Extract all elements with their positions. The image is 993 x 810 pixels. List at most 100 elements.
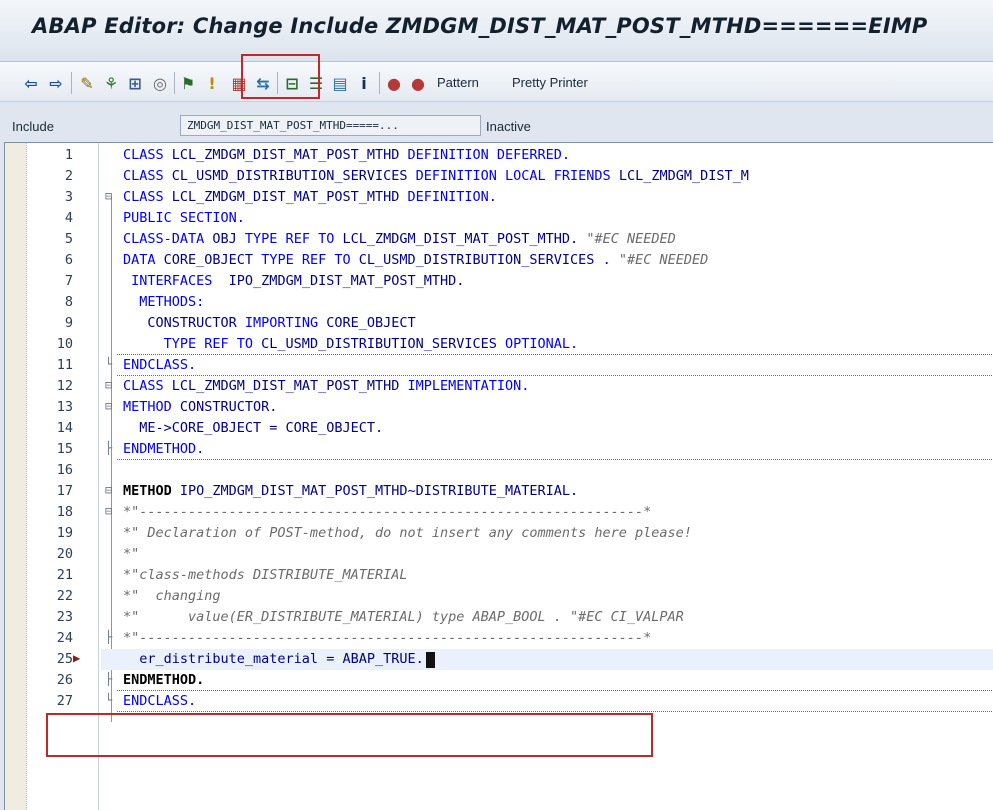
navigate-icon[interactable]: ⇆: [254, 74, 272, 93]
code-text: TYPE REF TO CL_USMD_DISTRIBUTION_SERVICE…: [123, 336, 579, 352]
code-line[interactable]: 12 ⊟ CLASS LCL_ZMDGM_DIST_MAT_POST_MTHD IM…: [5, 376, 993, 397]
title-bar: ABAP Editor: Change Include ZMDGM_DIST_M…: [0, 0, 993, 62]
collapse-block-icon[interactable]: ⊟: [105, 504, 119, 523]
collapse-block-icon[interactable]: ⊟: [105, 189, 119, 208]
text-cursor: [426, 652, 435, 668]
line-number: 14: [56, 420, 73, 436]
code-line[interactable]: 25 ▶ er_distribute_material = ABAP_TRUE.: [5, 649, 993, 670]
code-line[interactable]: 14 ME->CORE_OBJECT = CORE_OBJECT.: [5, 418, 993, 439]
set-breakpoint-icon[interactable]: ●: [385, 74, 403, 93]
code-text: CLASS LCL_ZMDGM_DIST_MAT_POST_MTHD DEFIN…: [123, 189, 497, 205]
collapse-block-icon[interactable]: ⊟: [105, 378, 119, 397]
code-line[interactable]: 23 *" value(ER_DISTRIBUTE_MATERIAL) type …: [5, 607, 993, 628]
code-line[interactable]: 6 DATA CORE_OBJECT TYPE REF TO CL_USMD_DI…: [5, 250, 993, 271]
code-token: CL_USMD_DISTRIBUTION_SERVICES: [261, 336, 506, 352]
display-object-list-icon[interactable]: ☰: [307, 74, 325, 93]
set-external-breakpoint-icon[interactable]: ●: [409, 74, 427, 93]
check-icon[interactable]: ◎: [151, 74, 169, 93]
code-token: DEFINITION DEFERRED.: [407, 147, 571, 163]
fold-branch-icon: ├: [105, 672, 113, 686]
fold-branch-icon: ├: [105, 441, 113, 455]
code-line[interactable]: 26 ├ ENDMETHOD.: [5, 670, 993, 691]
code-line[interactable]: 5 CLASS-DATA OBJ TYPE REF TO LCL_ZMDGM_DI…: [5, 229, 993, 250]
back-arrow-icon[interactable]: ⇦: [22, 74, 40, 93]
line-number: 15: [56, 441, 73, 457]
code-line[interactable]: 9 CONSTRUCTOR IMPORTING CORE_OBJECT: [5, 313, 993, 334]
code-line[interactable]: 16: [5, 460, 993, 481]
line-number: 6: [64, 252, 73, 268]
collapse-block-icon[interactable]: ⊟: [105, 483, 119, 502]
code-line[interactable]: 8 METHODS:: [5, 292, 993, 313]
code-token: CONSTRUCTOR: [123, 315, 245, 331]
display-change-icon[interactable]: ✎: [78, 74, 96, 93]
code-line[interactable]: 22 *" changing: [5, 586, 993, 607]
line-number: 23: [56, 609, 73, 625]
code-line[interactable]: 21 *"class-methods DISTRIBUTE_MATERIAL: [5, 565, 993, 586]
code-line[interactable]: 20 *": [5, 544, 993, 565]
display-change-icon-glyph: ✎: [80, 74, 94, 93]
info-icon[interactable]: i: [355, 74, 373, 93]
line-number: 8: [64, 294, 73, 310]
code-line[interactable]: 13 ⊟ METHOD CONSTRUCTOR.: [5, 397, 993, 418]
line-number: 5: [64, 231, 73, 247]
code-token: *" Declaration of POST-method, do not in…: [123, 525, 692, 541]
collapse-block-icon[interactable]: ⊟: [105, 399, 119, 418]
code-editor[interactable]: 1 CLASS LCL_ZMDGM_DIST_MAT_POST_MTHD DEFI…: [4, 142, 993, 810]
code-token: "#EC NEEDED: [618, 252, 709, 268]
code-text: PUBLIC SECTION.: [123, 210, 245, 226]
code-line[interactable]: 24 ├ *"-----------------------------------…: [5, 628, 993, 649]
where-used-icon[interactable]: ▦: [230, 74, 248, 93]
activate-icon[interactable]: ⚑: [179, 74, 197, 93]
code-text: *": [123, 546, 139, 562]
code-text: *" value(ER_DISTRIBUTE_MATERIAL) type AB…: [123, 609, 684, 625]
code-token: IMPORTING: [244, 315, 327, 331]
object-list-icon[interactable]: ⊟: [283, 74, 301, 93]
code-token: ENDCLASS.: [123, 693, 197, 709]
code-text: CONSTRUCTOR IMPORTING CORE_OBJECT: [123, 315, 415, 331]
object-list-icon-glyph: ⊟: [285, 74, 299, 93]
code-text: er_distribute_material = ABAP_TRUE.: [123, 651, 424, 667]
toolbar-separator: [379, 72, 380, 94]
code-text: ENDMETHOD.: [123, 672, 204, 688]
other-object-icon[interactable]: ⊞: [126, 74, 144, 93]
code-line[interactable]: 15 ├ ENDMETHOD.: [5, 439, 993, 460]
code-token: er_distribute_material = ABAP_TRUE.: [123, 651, 424, 667]
code-text: ENDMETHOD.: [123, 441, 204, 457]
code-line[interactable]: 27 └ ENDCLASS.: [5, 691, 993, 712]
code-text: ENDCLASS.: [123, 693, 196, 709]
line-number: 13: [56, 399, 73, 415]
pretty-printer-button[interactable]: Pretty Printer: [512, 75, 588, 90]
code-line[interactable]: 11 └ ENDCLASS.: [5, 355, 993, 376]
code-line[interactable]: 18 ⊟ *"-----------------------------------…: [5, 502, 993, 523]
test-icon[interactable]: !: [203, 74, 221, 93]
code-token: *" value(ER_DISTRIBUTE_MATERIAL) type AB…: [123, 609, 684, 625]
code-token: LCL_ZMDGM_DIST_MAT_POST_MTHD.: [342, 231, 587, 247]
code-token: CLASS-DATA: [123, 231, 213, 247]
code-line[interactable]: 4 PUBLIC SECTION.: [5, 208, 993, 229]
code-line[interactable]: 2 CLASS CL_USMD_DISTRIBUTION_SERVICES DEF…: [5, 166, 993, 187]
line-number: 22: [56, 588, 73, 604]
code-token: *"--------------------------------------…: [123, 504, 652, 520]
code-line[interactable]: 17 ⊟ METHOD IPO_ZMDGM_DIST_MAT_POST_MTHD~D…: [5, 481, 993, 502]
active-inactive-icon[interactable]: ⚘: [102, 74, 120, 93]
code-line[interactable]: 7 INTERFACES IPO_ZMDGM_DIST_MAT_POST_MTH…: [5, 271, 993, 292]
window-title: ABAP Editor: Change Include ZMDGM_DIST_M…: [32, 14, 928, 38]
code-line[interactable]: 1 CLASS LCL_ZMDGM_DIST_MAT_POST_MTHD DEFI…: [5, 145, 993, 166]
navigation-window-icon[interactable]: ▤: [331, 74, 349, 93]
code-text: CLASS LCL_ZMDGM_DIST_MAT_POST_MTHD IMPLE…: [123, 378, 529, 394]
active-inactive-icon-glyph: ⚘: [103, 74, 119, 93]
code-line[interactable]: 10 TYPE REF TO CL_USMD_DISTRIBUTION_SERV…: [5, 334, 993, 355]
code-token: METHOD: [123, 399, 180, 415]
code-line[interactable]: 19 *" Declaration of POST-method, do not …: [5, 523, 993, 544]
code-text: *"class-methods DISTRIBUTE_MATERIAL: [123, 567, 407, 583]
code-text: *" Declaration of POST-method, do not in…: [123, 525, 692, 541]
code-token: IPO_ZMDGM_DIST_MAT_POST_MTHD~DISTRIBUTE_…: [179, 483, 579, 499]
include-name-field[interactable]: ZMDGM_DIST_MAT_POST_MTHD=====...: [180, 115, 481, 136]
code-text: CLASS-DATA OBJ TYPE REF TO LCL_ZMDGM_DIS…: [123, 231, 676, 247]
pattern-button[interactable]: Pattern: [437, 75, 479, 90]
line-number: 16: [56, 462, 73, 478]
forward-arrow-icon[interactable]: ⇨: [47, 74, 65, 93]
code-token: TYPE REF TO: [261, 252, 359, 268]
code-line[interactable]: 3 ⊟ CLASS LCL_ZMDGM_DIST_MAT_POST_MTHD DEF…: [5, 187, 993, 208]
line-number: 21: [56, 567, 73, 583]
